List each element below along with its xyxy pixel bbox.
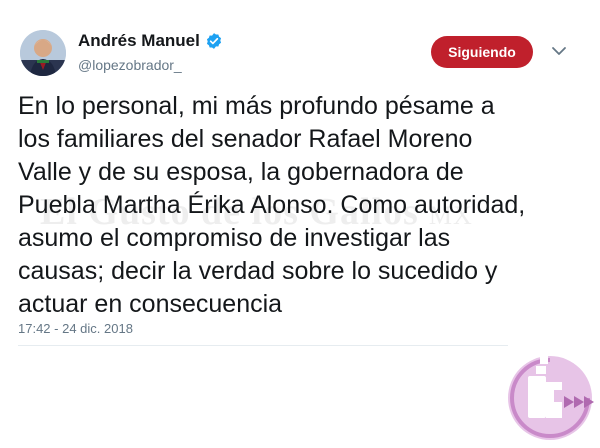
tweet-text: En lo personal, mi más profundo pésame a… [18, 92, 526, 318]
chevron-down-icon[interactable] [550, 42, 568, 60]
brand-logo [500, 346, 600, 443]
user-name-row: Andrés Manuel [78, 31, 223, 51]
verified-badge-icon [205, 32, 223, 50]
avatar[interactable] [20, 30, 66, 76]
following-button[interactable]: Siguiendo [431, 36, 533, 68]
tweet-card: Andrés Manuel @lopezobrador_ Siguiendo E… [0, 0, 600, 443]
tweet-timestamp[interactable]: 17:42 - 24 dic. 2018 [18, 321, 133, 336]
user-name[interactable]: Andrés Manuel [78, 31, 200, 51]
divider [18, 345, 508, 346]
user-handle[interactable]: @lopezobrador_ [78, 57, 182, 73]
